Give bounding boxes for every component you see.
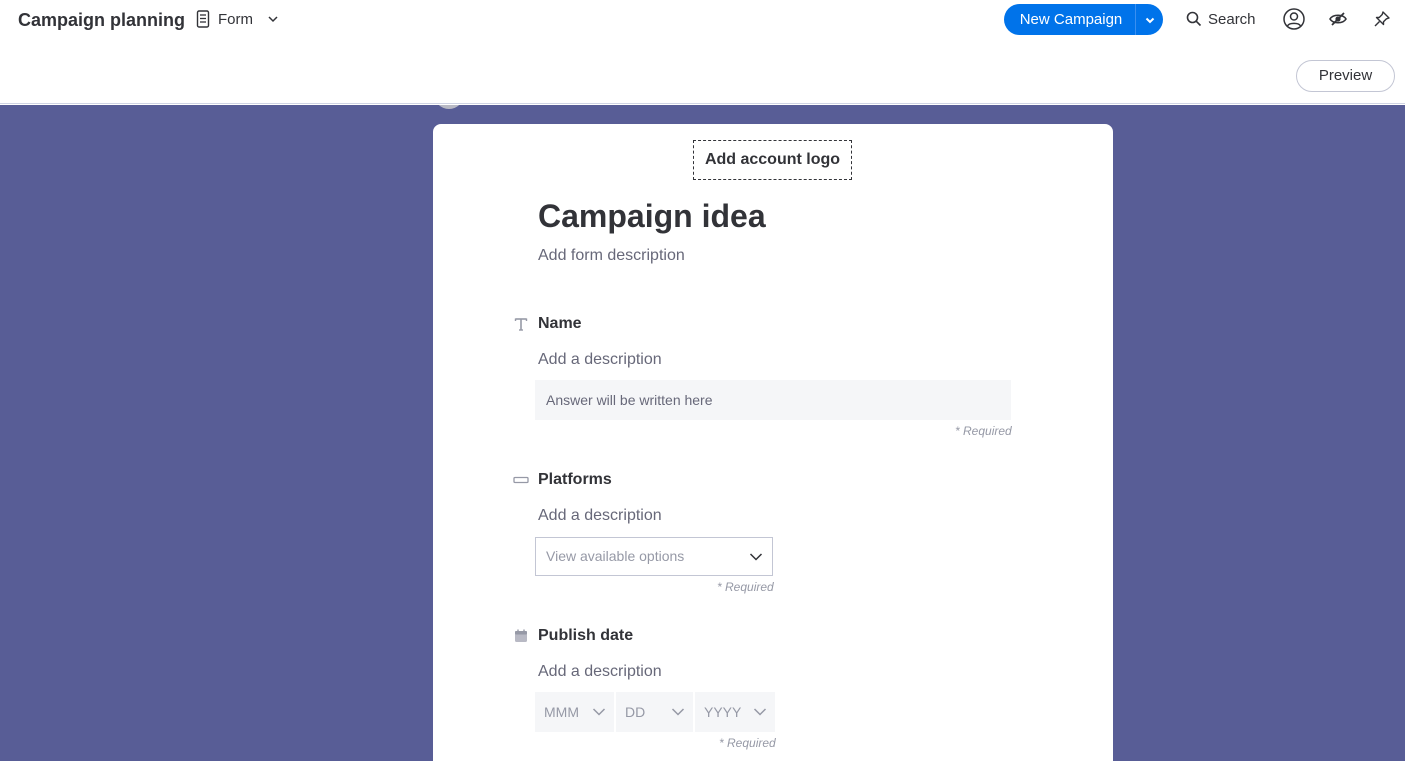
- required-note-platforms: * Required: [717, 580, 774, 594]
- required-note-name: * Required: [955, 424, 1012, 438]
- visibility-button[interactable]: [1327, 8, 1349, 30]
- required-note-publish-date: * Required: [719, 736, 776, 750]
- form-description[interactable]: Add form description: [538, 245, 685, 267]
- chevron-down-icon: [268, 16, 278, 23]
- chevron-down-icon: [753, 708, 767, 716]
- view-label: Form: [218, 10, 253, 28]
- platforms-select[interactable]: View available options: [535, 537, 773, 576]
- form-title[interactable]: Campaign idea: [538, 196, 766, 236]
- question-label-publish-date[interactable]: Publish date: [538, 626, 633, 646]
- platforms-select-placeholder: View available options: [546, 548, 685, 564]
- avatar: [434, 105, 464, 109]
- user-circle-icon: [1283, 8, 1305, 30]
- question-description-platforms[interactable]: Add a description: [538, 506, 662, 526]
- eye-slash-icon: [1329, 12, 1347, 26]
- top-bar: Campaign planning Form New Campaign Sear…: [0, 0, 1405, 104]
- chevron-down-icon: [671, 708, 685, 716]
- date-month-placeholder: MMM: [544, 704, 579, 720]
- question-label-platforms[interactable]: Platforms: [538, 470, 612, 490]
- pin-icon: [1374, 11, 1390, 27]
- view-selector[interactable]: Form: [196, 8, 279, 30]
- date-year-placeholder: YYYY: [704, 704, 742, 720]
- date-year-select[interactable]: YYYY: [695, 692, 775, 732]
- preview-button[interactable]: Preview: [1296, 60, 1395, 92]
- new-campaign-dropdown[interactable]: [1135, 4, 1163, 35]
- form-canvas: Add account logo Campaign idea Add form …: [0, 105, 1405, 761]
- form-card: Add account logo Campaign idea Add form …: [433, 124, 1113, 761]
- new-campaign-label: New Campaign: [1019, 11, 1123, 28]
- date-day-select[interactable]: DD: [616, 692, 693, 732]
- chevron-down-icon: [1145, 17, 1154, 23]
- account-button[interactable]: [1283, 8, 1305, 30]
- new-campaign-button[interactable]: New Campaign: [1004, 4, 1163, 35]
- calendar-type-icon: [513, 628, 529, 644]
- search-label: Search: [1208, 10, 1256, 28]
- board-title[interactable]: Campaign planning: [18, 9, 185, 31]
- date-month-select[interactable]: MMM: [535, 692, 614, 732]
- question-description-name[interactable]: Add a description: [538, 350, 662, 370]
- name-answer-input[interactable]: [535, 380, 1011, 420]
- dropdown-type-icon: [513, 472, 529, 488]
- chevron-down-icon: [592, 708, 606, 716]
- search-icon: [1186, 11, 1202, 27]
- question-description-publish-date[interactable]: Add a description: [538, 662, 662, 682]
- pin-button[interactable]: [1371, 8, 1393, 30]
- add-account-logo-button[interactable]: Add account logo: [693, 140, 852, 180]
- chevron-down-icon: [749, 553, 763, 561]
- document-icon: [196, 10, 210, 28]
- question-label-name[interactable]: Name: [538, 314, 582, 334]
- date-day-placeholder: DD: [625, 704, 646, 720]
- search-button[interactable]: Search: [1186, 8, 1256, 30]
- text-type-icon: [513, 316, 529, 332]
